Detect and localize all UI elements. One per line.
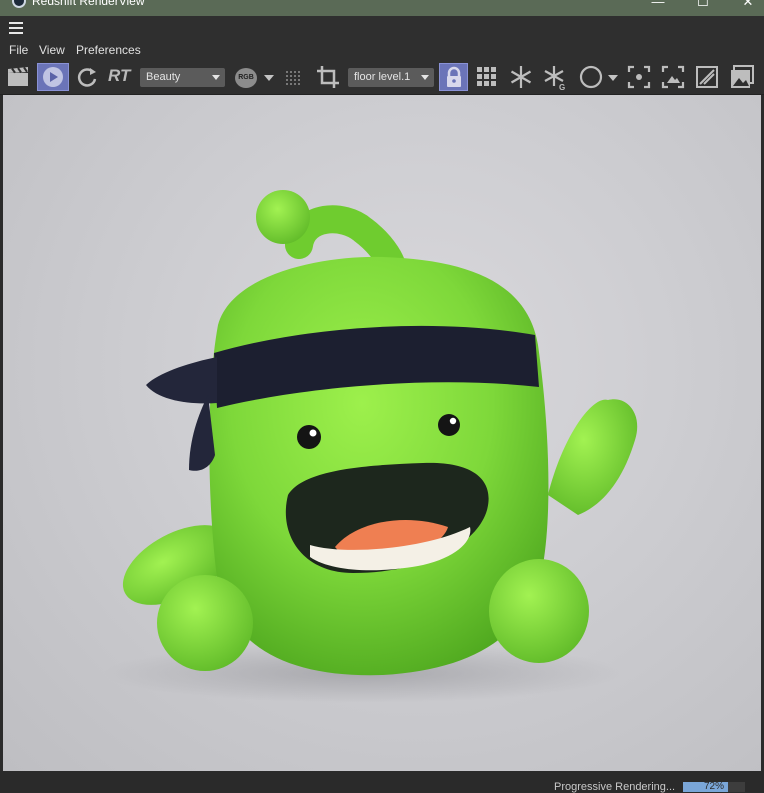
circle-icon[interactable]	[577, 63, 605, 91]
menu-file[interactable]: File	[9, 43, 28, 57]
hamburger-strip	[0, 16, 764, 41]
status-text: Progressive Rendering...	[554, 781, 676, 793]
focus-icon[interactable]	[625, 63, 653, 91]
window-title: Redshift RenderView	[32, 0, 145, 8]
chevron-down-icon[interactable]	[608, 75, 618, 81]
snowflake-icon[interactable]	[507, 63, 535, 91]
minimize-button[interactable]: —	[638, 0, 678, 10]
render-image	[103, 190, 638, 703]
region-icon[interactable]	[659, 63, 687, 91]
aov-select-value: Beauty	[146, 71, 181, 83]
menu-bar: File View Preferences	[0, 40, 764, 60]
progress-bar: 72%	[683, 781, 745, 792]
close-button[interactable]: ✕	[728, 0, 764, 10]
rt-label[interactable]: RT	[108, 66, 130, 86]
edit-icon[interactable]	[693, 63, 721, 91]
aov-select[interactable]: Beauty	[140, 68, 225, 87]
refresh-icon[interactable]	[73, 63, 101, 91]
redshift-logo-icon	[12, 0, 26, 8]
menu-view[interactable]: View	[39, 43, 65, 57]
chevron-down-icon	[421, 75, 429, 80]
camera-select[interactable]: floor level.1	[348, 68, 434, 87]
crop-icon[interactable]	[314, 63, 342, 91]
toolbar: RT Beauty RGB floor level.1 G	[0, 60, 764, 95]
chevron-down-icon	[212, 75, 220, 80]
lock-button[interactable]	[439, 63, 468, 91]
rgb-channel-button[interactable]: RGB	[235, 68, 257, 88]
maximize-button[interactable]: ☐	[683, 0, 723, 10]
menu-preferences[interactable]: Preferences	[76, 43, 141, 57]
grid-dots-icon[interactable]	[280, 63, 308, 91]
hamburger-menu-icon[interactable]	[9, 22, 23, 34]
camera-select-value: floor level.1	[354, 71, 411, 83]
svg-text:G: G	[559, 83, 565, 91]
snowflake-g-icon[interactable]: G	[541, 63, 569, 91]
play-button[interactable]	[37, 63, 69, 91]
window-titlebar: Redshift RenderView — ☐ ✕	[0, 0, 764, 16]
progress-label: 72%	[703, 781, 724, 792]
status-bar: Progressive Rendering... 72%	[0, 771, 764, 793]
image-icon[interactable]	[728, 63, 756, 91]
chevron-down-icon[interactable]	[264, 75, 274, 81]
clapboard-icon[interactable]	[4, 63, 32, 91]
grid-icon[interactable]	[473, 63, 501, 91]
render-viewport[interactable]	[3, 95, 761, 771]
